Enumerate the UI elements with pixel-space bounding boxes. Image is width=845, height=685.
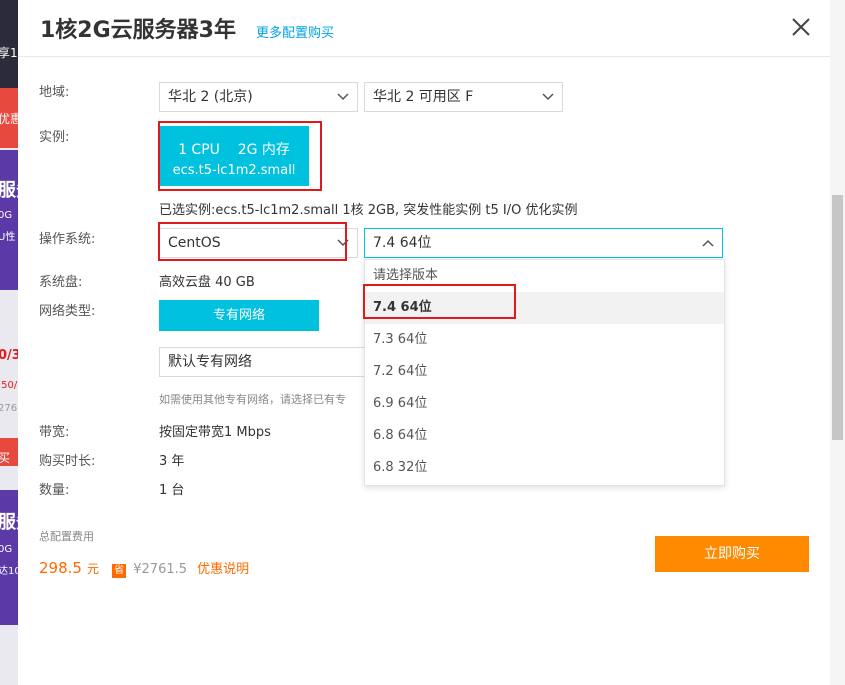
selected-instance-desc: 已选实例:ecs.t5-lc1m2.small 1核 2GB, 突发性能实例 t… [159,203,578,218]
region-select[interactable]: 华北 2 (北京) [159,82,358,112]
scrollbar-thumb[interactable] [832,195,843,440]
os-version-option[interactable]: 7.2 64位 [365,356,724,388]
region-select-value: 华北 2 (北京) [168,89,253,105]
bandwidth-value: 按固定带宽1 Mbps [159,425,271,440]
os-version-select[interactable]: 7.4 64位 [364,228,723,258]
modal-title: 1核2G云服务器3年 [40,18,236,43]
background-text: 达10 [0,566,18,577]
instance-cpu: 1 CPU [178,142,220,158]
disk-value: 高效云盘 40 GB [159,275,255,290]
instance-option[interactable]: 1 CPU 2G 内存 ecs.t5-lc1m2.small [159,126,309,186]
os-version-option[interactable]: 7.3 64位 [365,324,724,356]
background-text: .50/ [0,380,18,391]
network-hint: 如需使用其他专有网络，请选择已有专 [159,393,346,406]
network-label: 网络类型: [39,304,96,319]
quantity-value: 1 台 [159,483,185,498]
background-text: 0G [0,544,13,555]
price-row: 298.5 元 省 ¥2761.5 优惠说明 [39,558,249,578]
background-text: U性 [0,232,16,243]
buy-now-button[interactable]: 立即购买 [655,536,809,572]
duration-label: 购买时长: [39,454,96,469]
background-text: 服务 [0,512,18,533]
modal-header: 1核2G云服务器3年 更多配置购买 [18,0,830,57]
discount-info-link[interactable]: 优惠说明 [197,562,249,577]
background-text: 276 [0,403,18,414]
os-version-option[interactable]: 请选择版本 [365,260,724,292]
scrollbar[interactable] [830,0,845,685]
close-icon[interactable] [788,14,814,40]
chevron-up-icon [702,239,714,247]
os-version-option[interactable]: 6.9 64位 [365,388,724,420]
chevron-down-icon [542,93,554,101]
more-config-link[interactable]: 更多配置购买 [256,22,334,41]
disk-label: 系统盘: [39,275,83,290]
vpc-network-button[interactable]: 专有网络 [159,300,319,331]
os-version-dropdown: 请选择版本 7.4 64位 7.3 64位 7.2 64位 6.9 64位 6.… [364,259,725,486]
os-version-option[interactable]: 6.8 32位 [365,452,724,484]
duration-value: 3 年 [159,454,185,469]
os-version-option[interactable]: 6.8 64位 [365,420,724,452]
region-label: 地域: [39,85,70,100]
save-badge: 省 [112,564,127,578]
os-version-select-value: 7.4 64位 [373,235,432,251]
os-select-value: CentOS [168,235,221,251]
os-version-option[interactable]: 7.4 64位 [365,292,724,324]
bandwidth-label: 带宽: [39,425,70,440]
background-page: 享1 优惠 服务 0G U性 0/3 .50/ 276 买 服务 0G 达10 [0,0,18,685]
vpc-select[interactable]: 默认专有网络 [159,347,374,377]
os-label: 操作系统: [39,232,96,247]
zone-select-value: 华北 2 可用区 F [373,89,474,105]
quantity-label: 数量: [39,483,70,498]
background-text: 享1 [0,46,18,60]
instance-type: ecs.t5-lc1m2.small [172,163,296,178]
total-cost-label: 总配置费用 [39,530,94,543]
background-text: 买 [0,451,11,465]
background-text: 优惠 [0,112,18,126]
background-text: 服务 [0,180,18,201]
price-unit: 元 [87,562,100,576]
original-price: ¥2761.5 [133,562,188,577]
os-select[interactable]: CentOS [159,228,358,258]
vpc-select-value: 默认专有网络 [168,354,252,370]
instance-memory: 2G 内存 [237,142,290,158]
total-price: 298.5 [39,559,82,577]
zone-select[interactable]: 华北 2 可用区 F [364,82,563,112]
chevron-down-icon [337,239,349,247]
background-text: 0G [0,210,13,221]
instance-spec-summary: 1 CPU 2G 内存 [159,139,309,159]
purchase-modal: 1核2G云服务器3年 更多配置购买 地域: 华北 2 (北京) 华北 2 可用区… [18,0,830,685]
background-text: 0/3 [0,348,18,363]
chevron-down-icon [337,93,349,101]
instance-label: 实例: [39,130,70,145]
